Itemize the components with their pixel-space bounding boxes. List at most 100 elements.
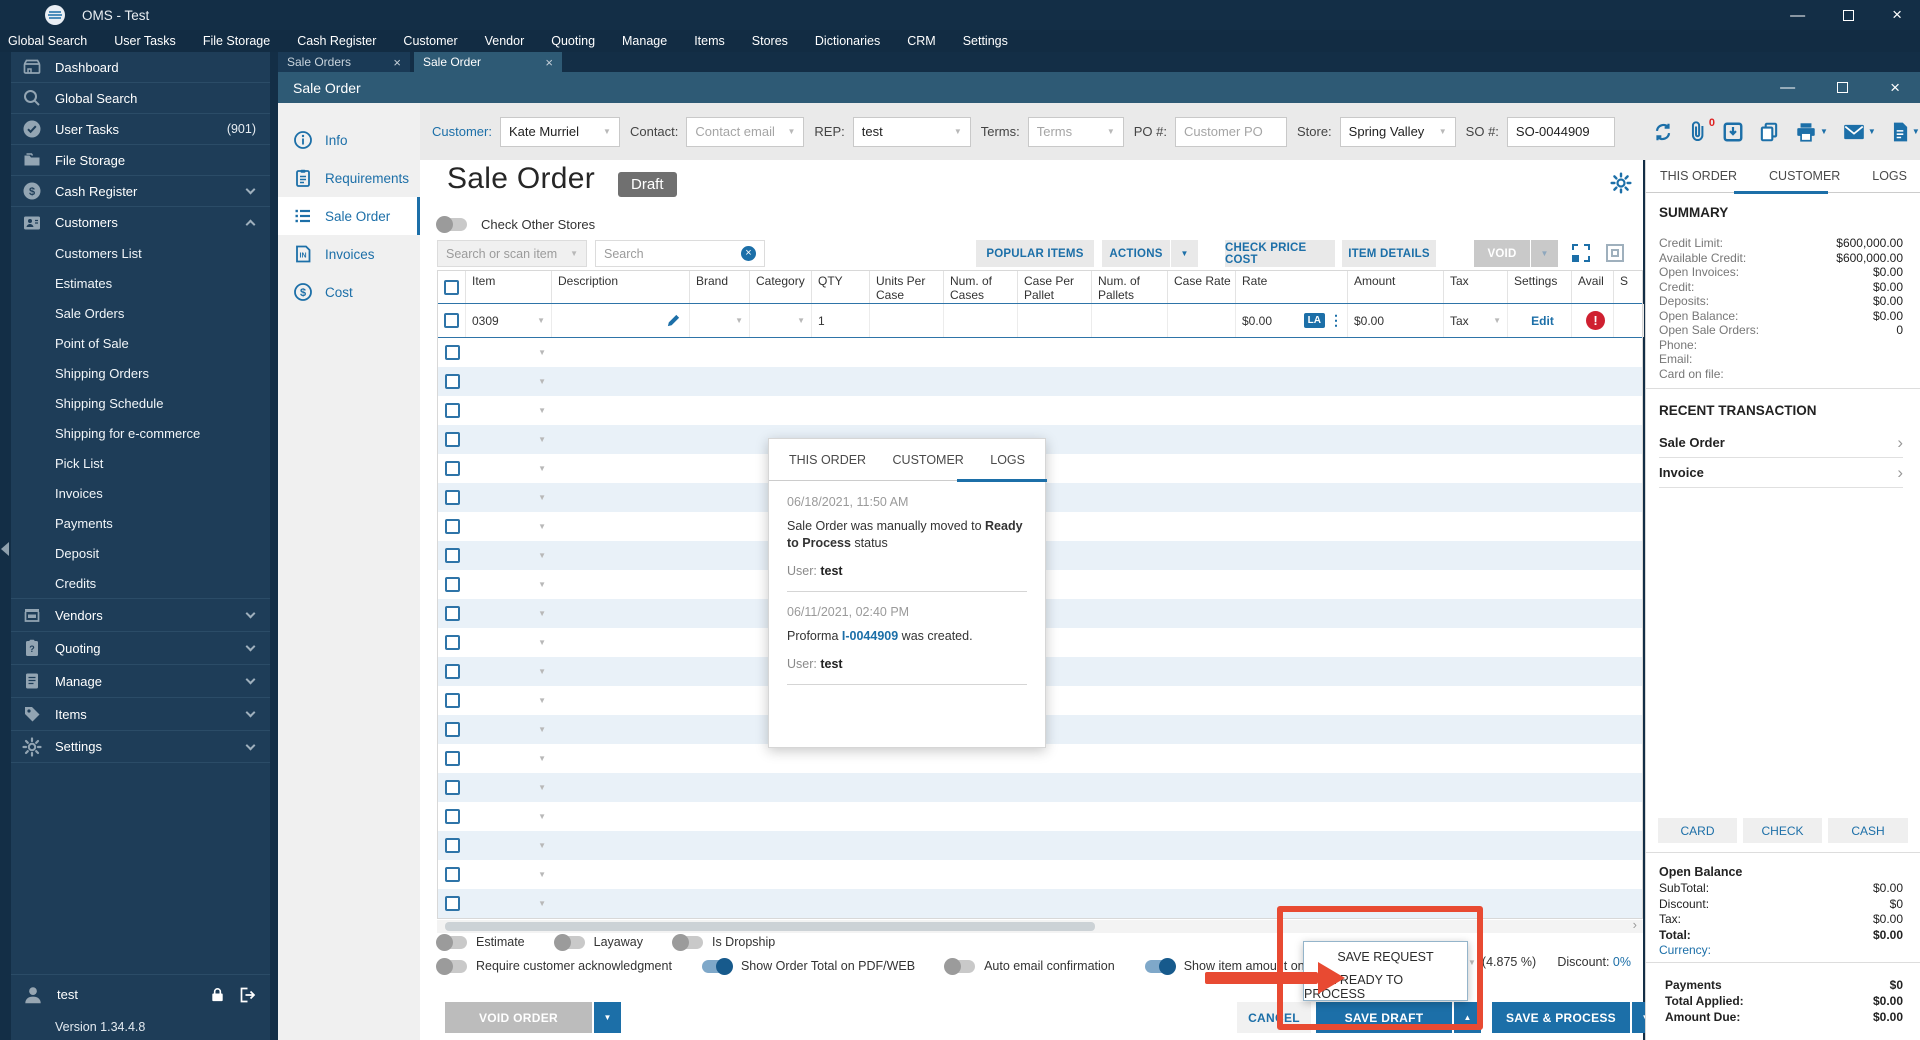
- row-checkbox[interactable]: [444, 664, 460, 679]
- chevron-down-icon[interactable]: ▼: [538, 493, 546, 502]
- sidebar-subitem-sale-orders[interactable]: Sale Orders: [11, 298, 270, 328]
- sidebar-subitem-invoices[interactable]: Invoices: [11, 478, 270, 508]
- case-per-pallet-cell[interactable]: [1018, 304, 1092, 337]
- row-checkbox[interactable]: [444, 722, 460, 737]
- chevron-down-icon[interactable]: ▼: [538, 870, 546, 879]
- tab-sale-order[interactable]: Sale Order ×: [414, 52, 562, 72]
- scrollbar-thumb[interactable]: [445, 922, 1095, 931]
- check-button[interactable]: CHECK: [1743, 818, 1822, 843]
- grid-selection-icon[interactable]: [1572, 244, 1590, 262]
- row-checkbox[interactable]: [444, 780, 460, 795]
- save-process-button[interactable]: SAVE & PROCESS: [1492, 1002, 1630, 1033]
- recent-sale-order-link[interactable]: Sale Order ›: [1659, 428, 1903, 458]
- chevron-down-icon[interactable]: ▼: [1820, 127, 1828, 136]
- chevron-down-icon[interactable]: ▼: [1493, 316, 1501, 325]
- terms-select[interactable]: Terms ▼: [1027, 116, 1124, 147]
- chevron-down-icon[interactable]: ▼: [538, 435, 546, 444]
- refresh-icon[interactable]: [1652, 121, 1674, 143]
- row-checkbox[interactable]: [444, 577, 460, 592]
- sidebar-item-cash-register[interactable]: $ Cash Register: [11, 176, 270, 207]
- nav-item-requirements[interactable]: Requirements: [278, 159, 420, 197]
- sidebar-item-file-storage[interactable]: File Storage: [11, 145, 270, 176]
- doc-minimize-button[interactable]: —: [1780, 79, 1795, 96]
- sidebar-subitem-point-of-sale[interactable]: Point of Sale: [11, 328, 270, 358]
- panel-tab-this-order[interactable]: THIS ORDER: [1660, 169, 1737, 183]
- copy-icon[interactable]: [1758, 121, 1780, 143]
- nav-item-cost[interactable]: $ Cost: [278, 273, 420, 311]
- sidebar-subitem-payments[interactable]: Payments: [11, 508, 270, 538]
- chevron-down-icon[interactable]: ▼: [538, 522, 546, 531]
- menu-stores[interactable]: Stores: [752, 34, 788, 48]
- close-icon[interactable]: ×: [393, 55, 401, 70]
- chevron-down-icon[interactable]: ▼: [538, 377, 546, 386]
- row-checkbox[interactable]: [444, 345, 460, 360]
- row-checkbox[interactable]: [444, 432, 460, 447]
- print-icon[interactable]: ▼: [1794, 121, 1828, 143]
- popular-items-button[interactable]: POPULAR ITEMS: [976, 240, 1094, 267]
- table-row[interactable]: ▼: [438, 773, 1642, 802]
- sidebar-subitem-shipping-schedule[interactable]: Shipping Schedule: [11, 388, 270, 418]
- so-number-input[interactable]: SO-0044909: [1506, 116, 1615, 147]
- sidebar-item-manage[interactable]: Manage: [11, 664, 270, 697]
- recent-invoice-link[interactable]: Invoice ›: [1659, 458, 1903, 488]
- price-level-badge[interactable]: LA: [1303, 313, 1325, 328]
- edit-pencil-icon[interactable]: [666, 313, 681, 328]
- customer-label[interactable]: Customer:: [432, 124, 492, 139]
- currency-link[interactable]: Currency:: [1659, 943, 1903, 959]
- export-document-icon[interactable]: ▼: [1890, 121, 1920, 143]
- brand-cell[interactable]: ▼: [690, 304, 750, 337]
- menu-dictionaries[interactable]: Dictionaries: [815, 34, 880, 48]
- store-select[interactable]: Spring Valley ▼: [1339, 116, 1456, 147]
- table-row[interactable]: ▼: [438, 396, 1642, 425]
- row-checkbox[interactable]: [444, 606, 460, 621]
- nav-item-invoices[interactable]: IN Invoices: [278, 235, 420, 273]
- table-row[interactable]: ▼: [438, 802, 1642, 831]
- void-order-dropdown-caret[interactable]: ▼: [594, 1002, 621, 1033]
- chevron-down-icon[interactable]: ▼: [537, 316, 545, 325]
- menu-file-storage[interactable]: File Storage: [203, 34, 270, 48]
- import-icon[interactable]: [1722, 121, 1744, 143]
- discount-indicator[interactable]: Discount: 0%: [1557, 955, 1631, 969]
- chevron-down-icon[interactable]: ▼: [538, 841, 546, 850]
- row-checkbox[interactable]: [444, 751, 460, 766]
- sidebar-subitem-estimates[interactable]: Estimates: [11, 268, 270, 298]
- sidebar-subitem-shipping-orders[interactable]: Shipping Orders: [11, 358, 270, 388]
- num-pallets-cell[interactable]: [1092, 304, 1168, 337]
- chevron-down-icon[interactable]: ▼: [1868, 127, 1876, 136]
- sidebar-subitem-credits[interactable]: Credits: [11, 568, 270, 598]
- sidebar-item-quoting[interactable]: ? Quoting: [11, 631, 270, 664]
- select-all-checkbox[interactable]: [444, 279, 459, 295]
- rate-menu-icon[interactable]: ⋮: [1329, 312, 1343, 329]
- actions-dropdown-caret[interactable]: ▼: [1171, 240, 1198, 267]
- window-minimize-button[interactable]: —: [1790, 7, 1805, 24]
- sidebar-subitem-pick-list[interactable]: Pick List: [11, 448, 270, 478]
- chevron-down-icon[interactable]: ▼: [1912, 127, 1920, 136]
- units-per-case-cell[interactable]: [870, 304, 944, 337]
- sidebar-item-user-tasks[interactable]: User Tasks (901): [11, 114, 270, 145]
- menu-vendor[interactable]: Vendor: [485, 34, 525, 48]
- sidebar-item-items[interactable]: Items: [11, 697, 270, 730]
- row-checkbox[interactable]: [444, 519, 460, 534]
- description-cell[interactable]: [552, 304, 690, 337]
- cash-button[interactable]: CASH: [1828, 818, 1908, 843]
- table-row[interactable]: ▼: [438, 831, 1642, 860]
- panel-tab-customer[interactable]: CUSTOMER: [1769, 169, 1840, 183]
- menu-manage[interactable]: Manage: [622, 34, 667, 48]
- chevron-down-icon[interactable]: ▼: [538, 812, 546, 821]
- show-order-total-toggle[interactable]: [701, 957, 733, 975]
- edit-link[interactable]: Edit: [1531, 314, 1554, 328]
- chevron-down-icon[interactable]: ▼: [538, 783, 546, 792]
- menu-settings[interactable]: Settings: [963, 34, 1008, 48]
- rate-cell[interactable]: $0.00 LA ⋮: [1236, 304, 1348, 337]
- chevron-down-icon[interactable]: ▼: [538, 696, 546, 705]
- popup-tab-logs[interactable]: LOGS: [990, 453, 1025, 467]
- item-details-button[interactable]: ITEM DETAILS: [1342, 240, 1436, 267]
- menu-quoting[interactable]: Quoting: [551, 34, 595, 48]
- tax-cell[interactable]: Tax ▼: [1444, 304, 1508, 337]
- actions-button[interactable]: ACTIONS: [1102, 240, 1170, 267]
- grid-columns-icon[interactable]: [1606, 244, 1624, 262]
- menu-user-tasks[interactable]: User Tasks: [114, 34, 176, 48]
- sidebar-item-dashboard[interactable]: Dashboard: [11, 52, 270, 83]
- scroll-right-arrow[interactable]: ›: [1633, 917, 1637, 932]
- sidebar-subitem-shipping-ecommerce[interactable]: Shipping for e-commerce: [11, 418, 270, 448]
